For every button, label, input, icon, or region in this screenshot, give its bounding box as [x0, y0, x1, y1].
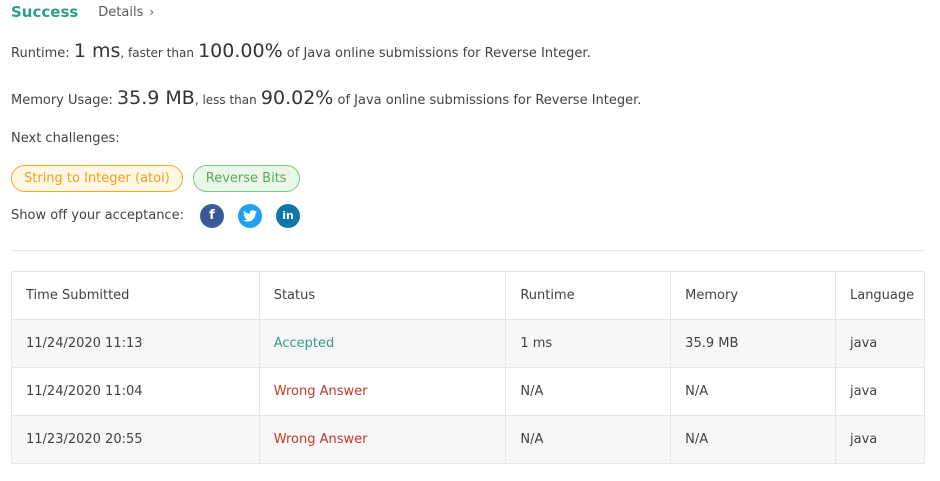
- table-row: 11/24/2020 11:04 Wrong Answer N/A N/A ja…: [11, 367, 926, 416]
- next-challenges-label: Next challenges:: [11, 131, 120, 146]
- cell-time: 11/23/2020 20:55: [11, 415, 260, 464]
- details-link[interactable]: Details ›: [98, 5, 154, 20]
- runtime-label: Runtime:: [11, 46, 70, 61]
- cell-language: java: [834, 319, 926, 368]
- cell-runtime: 1 ms: [505, 319, 672, 368]
- submissions-table: Time Submitted Status Runtime Memory Lan…: [11, 271, 926, 464]
- submission-result-panel: Success Details › Runtime: 1 ms, faster …: [0, 0, 940, 481]
- section-divider: [11, 250, 925, 251]
- column-header-memory: Memory: [670, 271, 836, 320]
- cell-memory: 35.9 MB: [670, 319, 836, 368]
- twitter-bird-glyph: [243, 209, 257, 222]
- status-title: Success: [11, 3, 79, 21]
- cell-language: java: [834, 415, 926, 464]
- memory-percent: 90.02%: [260, 87, 334, 109]
- cell-runtime: N/A: [505, 415, 672, 464]
- challenge-pill-atoi[interactable]: String to Integer (atoi): [11, 165, 183, 192]
- share-row: Show off your acceptance: f in: [11, 203, 314, 228]
- memory-comparison: , less than: [194, 93, 257, 107]
- column-header-status: Status: [258, 271, 507, 320]
- challenge-pill-reverse-bits[interactable]: Reverse Bits: [192, 165, 300, 192]
- share-label: Show off your acceptance:: [11, 208, 184, 223]
- next-challenges-list: String to Integer (atoi) Reverse Bits: [11, 165, 300, 192]
- cell-runtime: N/A: [505, 367, 672, 416]
- table-row: 11/24/2020 11:13 Accepted 1 ms 35.9 MB j…: [11, 319, 926, 368]
- facebook-icon[interactable]: f: [200, 203, 224, 228]
- table-row: 11/23/2020 20:55 Wrong Answer N/A N/A ja…: [11, 415, 926, 464]
- cell-memory: N/A: [670, 415, 836, 464]
- cell-time: 11/24/2020 11:04: [11, 367, 260, 416]
- memory-label: Memory Usage:: [11, 93, 113, 108]
- runtime-line: Runtime: 1 ms, faster than 100.00% of Ja…: [11, 40, 591, 62]
- cell-status[interactable]: Wrong Answer: [258, 415, 507, 464]
- twitter-icon[interactable]: [238, 203, 262, 228]
- column-header-language: Language: [834, 271, 926, 320]
- result-header: Success Details ›: [11, 2, 154, 22]
- column-header-runtime: Runtime: [505, 271, 672, 320]
- memory-value: 35.9 MB: [117, 87, 195, 109]
- chevron-right-icon: ›: [149, 5, 155, 19]
- runtime-percent: 100.00%: [198, 40, 283, 62]
- details-label: Details: [98, 4, 144, 20]
- cell-status[interactable]: Accepted: [258, 319, 507, 368]
- runtime-comparison: , faster than: [120, 46, 194, 60]
- cell-language: java: [834, 367, 926, 416]
- runtime-value: 1 ms: [73, 40, 121, 62]
- table-header-row: Time Submitted Status Runtime Memory Lan…: [11, 271, 926, 320]
- memory-line: Memory Usage: 35.9 MB, less than 90.02% …: [11, 87, 641, 109]
- linkedin-icon[interactable]: in: [276, 203, 300, 228]
- memory-suffix: of Java online submissions for Reverse I…: [337, 93, 642, 108]
- cell-memory: N/A: [670, 367, 836, 416]
- cell-status[interactable]: Wrong Answer: [258, 367, 507, 416]
- runtime-suffix: of Java online submissions for Reverse I…: [286, 46, 591, 61]
- cell-time: 11/24/2020 11:13: [11, 319, 260, 368]
- column-header-time: Time Submitted: [11, 271, 260, 320]
